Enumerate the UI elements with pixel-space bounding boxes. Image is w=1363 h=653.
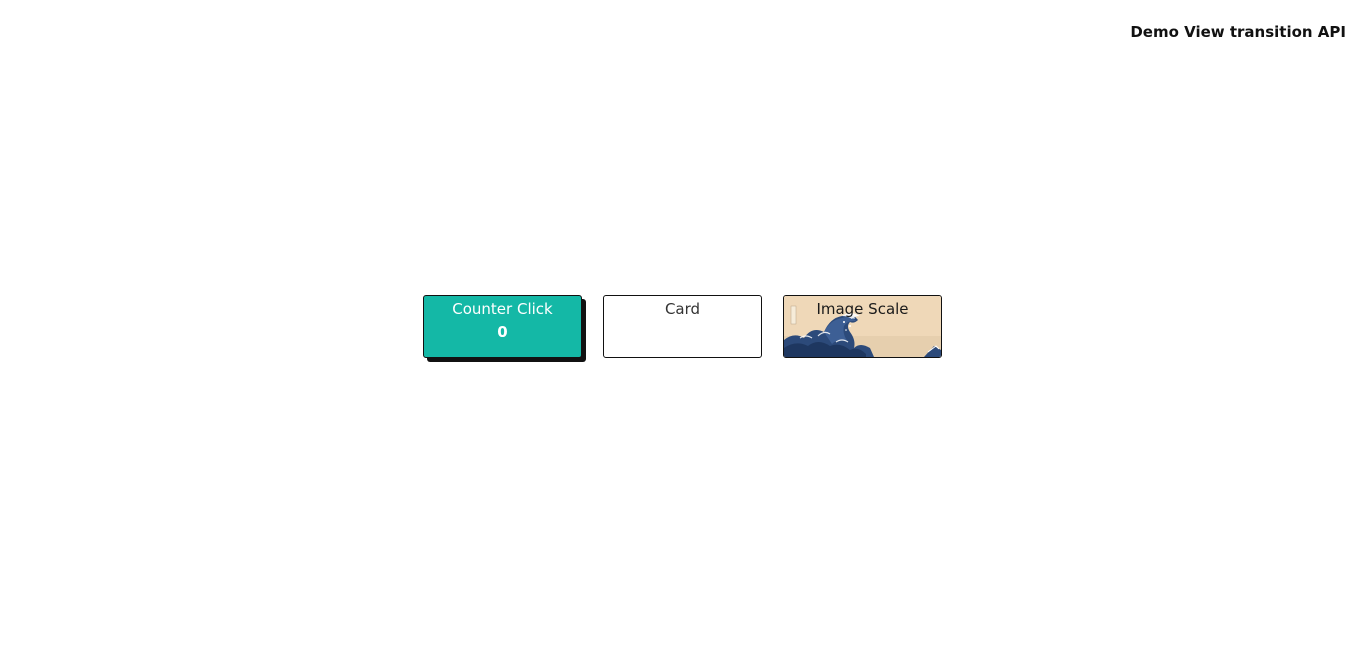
image-scale-label: Image Scale [816,300,909,318]
counter-value: 0 [497,323,508,341]
card-label: Card [664,300,701,318]
card-row: Counter Click 0 Card Image Scale [423,295,942,358]
card-button[interactable]: Card [603,295,762,358]
counter-click-button[interactable]: Counter Click 0 [423,295,582,358]
counter-label: Counter Click [452,300,553,318]
image-scale-button[interactable]: Image Scale [783,295,942,358]
page: Demo View transition API Counter Click 0… [0,0,1363,653]
page-title: Demo View transition API [1130,23,1346,41]
